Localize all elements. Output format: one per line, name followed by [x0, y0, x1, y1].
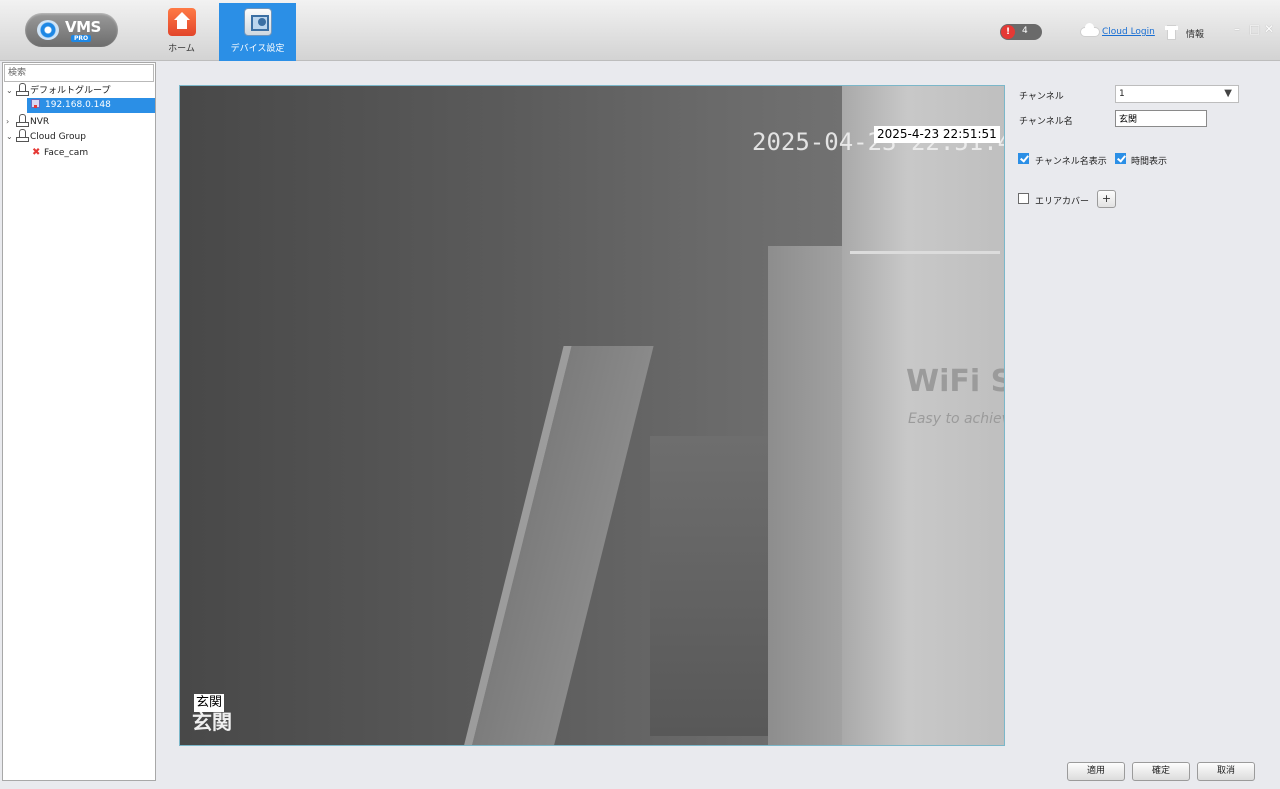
device-tree-panel: ⌄ デフォルトグループ 192.168.0.148 › NVR ⌄ Cloud Gro… — [2, 62, 156, 781]
alarm-count: 4 — [1022, 26, 1028, 36]
minimize-button[interactable]: – — [1234, 22, 1240, 36]
dropdown-arrow-icon: ▼ — [1224, 88, 1232, 99]
scene-printed-text: WiFi Sn — [906, 364, 1004, 399]
cancel-button[interactable]: 取消 — [1197, 762, 1255, 781]
show-time-checkbox[interactable] — [1115, 153, 1126, 164]
scene-box-edge — [850, 251, 1000, 254]
chevron-down-icon[interactable]: ⌄ — [6, 129, 16, 144]
scene-debris — [650, 436, 770, 736]
device-icon — [31, 99, 40, 108]
osd-name-overlay[interactable]: 玄関 — [194, 694, 225, 712]
chevron-down-icon[interactable]: ⌄ — [6, 83, 16, 98]
tab-home-label: ホーム — [168, 44, 195, 54]
group-icon — [16, 129, 29, 142]
channel-select-value: 1 — [1119, 89, 1125, 99]
cloud-login-link[interactable]: Cloud Login — [1102, 27, 1155, 37]
maximize-button[interactable]: □ — [1249, 22, 1260, 36]
close-button[interactable]: ✕ — [1264, 22, 1274, 36]
ok-button[interactable]: 確定 — [1132, 762, 1190, 781]
tree-label: 192.168.0.148 — [45, 100, 111, 110]
group-icon — [16, 83, 29, 96]
eye-logo-icon — [37, 20, 59, 40]
alert-icon: ! — [1001, 25, 1015, 39]
tree-group-cloud[interactable]: ⌄ Cloud Group — [6, 129, 86, 144]
info-link[interactable]: 情報 — [1186, 27, 1204, 40]
add-area-button[interactable]: + — [1097, 190, 1116, 208]
channel-select[interactable]: 1 ▼ — [1115, 85, 1239, 103]
area-cover-checkbox[interactable] — [1018, 193, 1029, 204]
home-icon — [167, 8, 196, 36]
cloud-icon — [1081, 23, 1099, 36]
show-channel-name-checkbox[interactable] — [1018, 153, 1029, 164]
tree-label: NVR — [30, 117, 50, 127]
logo-badge: PRO — [71, 35, 92, 42]
tree-label: Cloud Group — [30, 132, 86, 142]
apply-button[interactable]: 適用 — [1067, 762, 1125, 781]
video-preview[interactable]: WiFi Sn Easy to achiev 2025-04-23 22:51:… — [179, 85, 1005, 746]
tab-device-settings-label: デバイス設定 — [230, 44, 285, 54]
tree-group-default[interactable]: ⌄ デフォルトグループ — [6, 83, 110, 98]
group-icon — [16, 114, 29, 127]
tree-device-192-168-0-148[interactable]: 192.168.0.148 — [27, 98, 155, 113]
chevron-right-icon[interactable]: › — [6, 114, 16, 129]
offline-x-icon: ✖ — [32, 147, 41, 158]
logo-text: VMS — [65, 18, 101, 36]
scene-panel — [456, 346, 654, 745]
device-settings-icon — [243, 8, 272, 36]
channel-name-input[interactable] — [1115, 110, 1207, 127]
show-time-label: 時間表示 — [1131, 157, 1168, 167]
theme-shirt-icon[interactable] — [1165, 26, 1178, 39]
channel-name-label: チャンネル名 — [1019, 117, 1073, 127]
tree-label: デフォルトグループ — [30, 86, 111, 96]
tab-device-settings[interactable]: デバイス設定 — [219, 3, 296, 61]
tree-device-face-cam[interactable]: ✖ Face_cam — [32, 145, 88, 160]
top-bar: VMS PRO ホーム デバイス設定 ! 4 Cloud Login 情報 – … — [0, 0, 1280, 61]
area-cover-label: エリアカバー — [1035, 197, 1090, 207]
tree-group-nvr[interactable]: › NVR — [6, 114, 49, 129]
tree-label: Face_cam — [44, 148, 89, 158]
search-input[interactable] — [4, 64, 154, 82]
scene-printed-subtext: Easy to achiev — [908, 411, 1005, 427]
alarm-indicator[interactable]: ! 4 — [1000, 24, 1042, 40]
channel-label: チャンネル — [1019, 92, 1064, 102]
osd-time-overlay[interactable]: 2025-4-23 22:51:51 — [874, 126, 1000, 143]
app-logo: VMS PRO — [25, 13, 118, 47]
show-channel-name-label: チャンネル名表示 — [1035, 157, 1107, 167]
tab-home[interactable]: ホーム — [143, 3, 220, 61]
